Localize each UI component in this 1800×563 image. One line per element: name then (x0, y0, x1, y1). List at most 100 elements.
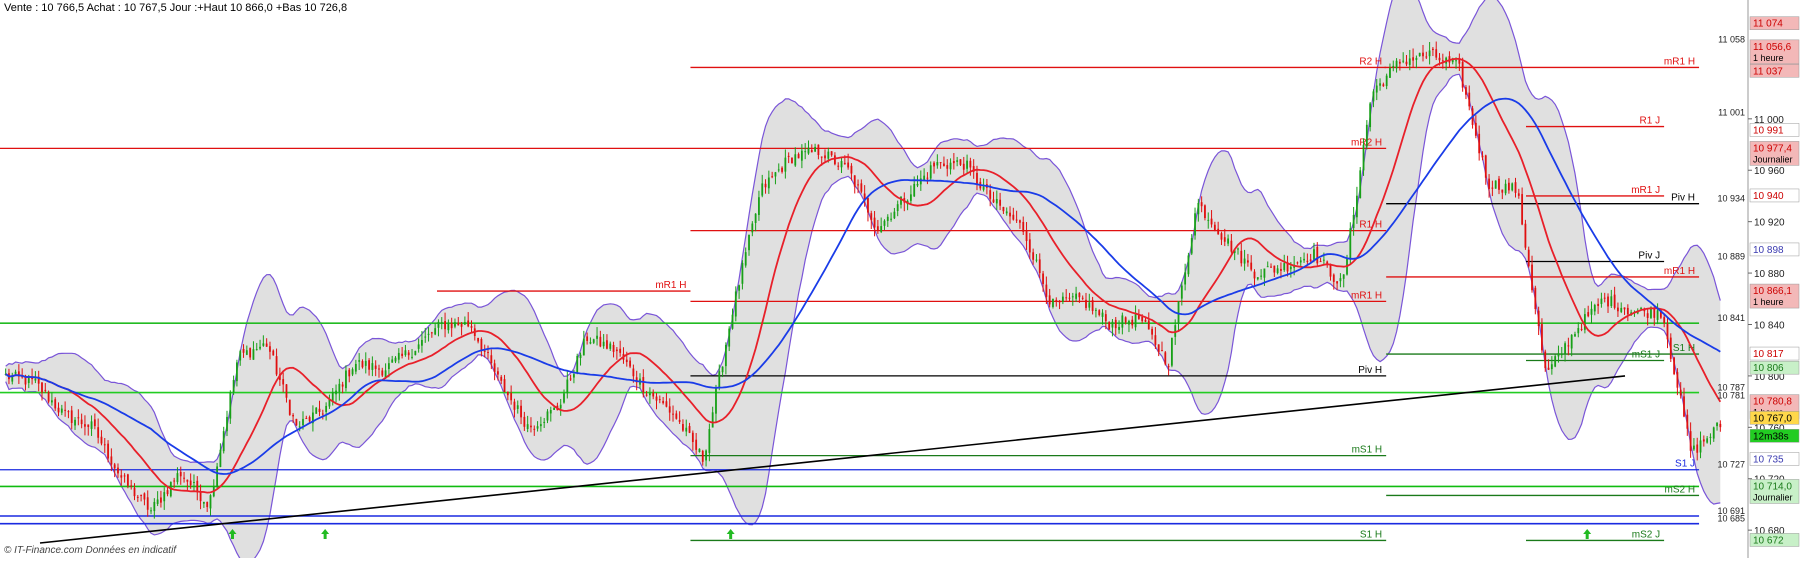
candle-body (751, 223, 754, 233)
axis-tag-caption: 1 heure (1753, 297, 1784, 307)
candle-body (321, 413, 324, 415)
candle-body (430, 332, 433, 334)
candle-body (886, 216, 889, 221)
candle-body (992, 199, 995, 203)
candle-body (179, 471, 182, 477)
candle-body (949, 162, 952, 170)
candle-body (648, 393, 651, 396)
candle-body (1425, 56, 1428, 58)
candle-body (450, 322, 453, 329)
candle-body (34, 378, 37, 381)
candle-body (1134, 313, 1137, 328)
candle-body (1180, 285, 1183, 299)
axis-price-tag: 10 940 (1749, 188, 1800, 203)
candle-body (748, 234, 750, 251)
candle-body (1392, 65, 1395, 68)
candle-body (827, 151, 830, 159)
candle-body (999, 199, 1002, 206)
candle-body (1501, 189, 1504, 193)
candle-body (1015, 219, 1018, 221)
candle-body (543, 421, 546, 423)
candle-body (1104, 314, 1107, 322)
candle-body (1085, 299, 1087, 308)
candle-body (1161, 350, 1163, 352)
y-tick-label: 10 880 (1754, 269, 1785, 280)
candle-body (853, 175, 856, 187)
level-value-label: 10 685 (1717, 514, 1745, 524)
candle-body (1048, 295, 1051, 305)
candle-body (1375, 85, 1378, 93)
candle-body (1494, 180, 1497, 189)
candle-body (1299, 260, 1302, 263)
candle-body (1418, 52, 1421, 57)
candle-body (513, 401, 516, 410)
candle-body (1052, 298, 1054, 307)
candle-body (381, 370, 384, 376)
candle-body (510, 393, 513, 401)
candle-body (1200, 202, 1203, 207)
candle-body (1441, 60, 1444, 62)
candle-body (74, 419, 76, 426)
quote-header: Vente : 10 766,5 Achat : 10 767,5 Jour :… (4, 2, 348, 14)
up-arrow-marker (1583, 529, 1592, 539)
candle-body (209, 495, 212, 509)
candle-body (1167, 366, 1170, 368)
candle-body (87, 424, 90, 427)
candle-body (976, 172, 978, 184)
candle-body (1316, 246, 1319, 264)
candle-body (1365, 124, 1368, 147)
candle-body (652, 392, 655, 397)
candle-body (989, 190, 992, 199)
candle-body (1709, 436, 1712, 438)
candle-body (156, 499, 159, 504)
candle-body (721, 366, 724, 373)
candle-body (1527, 249, 1530, 267)
candle-body (371, 363, 374, 370)
candle-body (1151, 328, 1153, 335)
axis-price-tag: 10 672 (1749, 533, 1800, 547)
candle-body (1223, 237, 1226, 242)
candle-body (982, 186, 985, 190)
candle-body (97, 427, 100, 438)
candle-body (698, 448, 701, 453)
candle-body (824, 155, 826, 159)
candle-body (1210, 218, 1213, 225)
candle-body (1339, 278, 1342, 282)
candle-body (262, 343, 265, 346)
axis-price-tag: 10 977,4Journalier (1749, 141, 1800, 166)
candle-body (364, 360, 367, 366)
candle-body (411, 356, 413, 358)
candle-body (1428, 50, 1431, 57)
candle-body (1646, 313, 1649, 318)
candle-body (632, 368, 635, 377)
candle-body (1620, 307, 1623, 312)
candle-body (292, 415, 294, 417)
candle-body (1498, 178, 1500, 190)
candle-body (1270, 266, 1272, 268)
candle-body (500, 376, 503, 381)
candle-body (229, 392, 232, 419)
candle-body (1260, 275, 1263, 277)
axis-tag-value: 10 991 (1753, 125, 1784, 136)
candle-body (731, 314, 734, 329)
candle-body (437, 321, 440, 328)
candle-body (913, 183, 916, 197)
candle-body (1035, 259, 1038, 261)
candle-body (870, 213, 873, 221)
candle-body (946, 165, 949, 169)
candle-body (1438, 57, 1441, 61)
candle-body (675, 413, 678, 419)
candle-body (444, 321, 446, 330)
price-level-label: mR1 J (1631, 185, 1660, 196)
candle-body (1055, 299, 1058, 301)
candle-body (569, 378, 572, 380)
candle-body (1276, 268, 1279, 274)
candle-body (1042, 273, 1044, 284)
candle-body (1534, 287, 1537, 310)
y-tick-label: 10 960 (1754, 166, 1785, 177)
candle-body (553, 407, 555, 410)
candle-body (1408, 58, 1411, 65)
candle-body (265, 343, 268, 347)
candle-body (784, 157, 787, 172)
candle-body (176, 473, 179, 483)
